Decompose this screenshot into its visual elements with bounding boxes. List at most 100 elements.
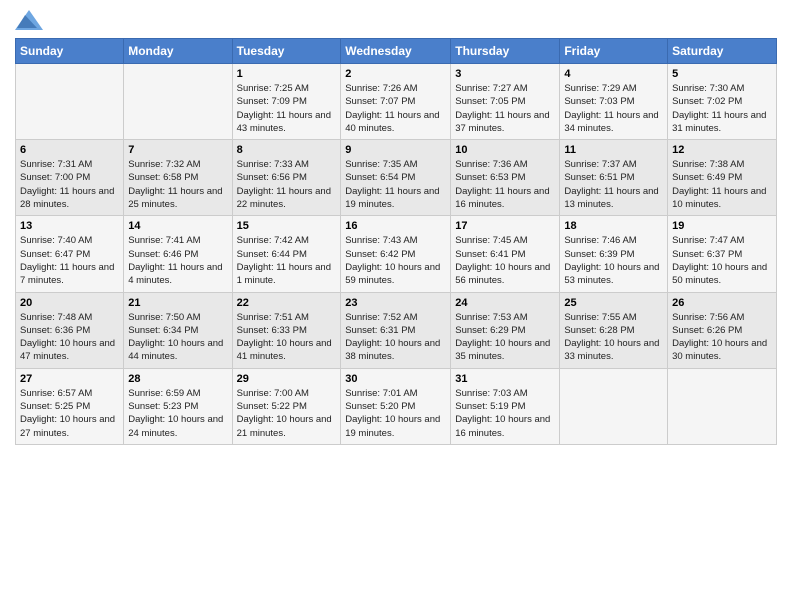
day-number: 22 <box>237 297 337 309</box>
week-row-5: 27 Sunrise: 6:57 AMSunset: 5:25 PMDayligh… <box>16 368 777 444</box>
day-info: Sunrise: 7:52 AMSunset: 6:31 PMDaylight:… <box>345 311 446 364</box>
calendar-cell: 18 Sunrise: 7:46 AMSunset: 6:39 PMDayligh… <box>560 216 668 292</box>
calendar-cell: 7Sunrise: 7:32 AMSunset: 6:58 PMDaylight… <box>124 140 232 216</box>
day-number: 29 <box>237 373 337 385</box>
calendar-cell: 17 Sunrise: 7:45 AMSunset: 6:41 PMDayligh… <box>451 216 560 292</box>
logo-icon <box>15 10 43 30</box>
day-number: 14 <box>128 220 227 232</box>
calendar-table: SundayMondayTuesdayWednesdayThursdayFrid… <box>15 38 777 445</box>
calendar-cell: 20 Sunrise: 7:48 AMSunset: 6:36 PMDayligh… <box>16 292 124 368</box>
calendar-cell: 21Sunrise: 7:50 AMSunset: 6:34 PMDayligh… <box>124 292 232 368</box>
day-info: Sunrise: 7:41 AMSunset: 6:46 PMDaylight:… <box>128 234 227 287</box>
day-info: Sunrise: 7:40 AMSunset: 6:47 PMDaylight:… <box>20 234 119 287</box>
day-info: Sunrise: 7:48 AMSunset: 6:36 PMDaylight:… <box>20 311 119 364</box>
day-number: 10 <box>455 144 555 156</box>
calendar-cell <box>16 64 124 140</box>
day-header-monday: Monday <box>124 39 232 64</box>
day-header-friday: Friday <box>560 39 668 64</box>
day-number: 24 <box>455 297 555 309</box>
day-info: Sunrise: 6:59 AMSunset: 5:23 PMDaylight:… <box>128 387 227 440</box>
day-info: Sunrise: 7:53 AMSunset: 6:29 PMDaylight:… <box>455 311 555 364</box>
day-number: 19 <box>672 220 772 232</box>
day-number: 30 <box>345 373 446 385</box>
day-info: Sunrise: 7:33 AMSunset: 6:56 PMDaylight:… <box>237 158 337 211</box>
day-number: 17 <box>455 220 555 232</box>
day-number: 16 <box>345 220 446 232</box>
day-info: Sunrise: 7:43 AMSunset: 6:42 PMDaylight:… <box>345 234 446 287</box>
calendar-cell: 9Sunrise: 7:35 AMSunset: 6:54 PMDaylight… <box>341 140 451 216</box>
calendar-cell: 31 Sunrise: 7:03 AMSunset: 5:19 PMDayligh… <box>451 368 560 444</box>
page-container: SundayMondayTuesdayWednesdayThursdayFrid… <box>0 0 792 455</box>
calendar-cell: 10 Sunrise: 7:36 AMSunset: 6:53 PMDayligh… <box>451 140 560 216</box>
calendar-cell: 27 Sunrise: 6:57 AMSunset: 5:25 PMDayligh… <box>16 368 124 444</box>
calendar-cell: 13 Sunrise: 7:40 AMSunset: 6:47 PMDayligh… <box>16 216 124 292</box>
day-info: Sunrise: 7:56 AMSunset: 6:26 PMDaylight:… <box>672 311 772 364</box>
day-number: 20 <box>20 297 119 309</box>
logo <box>15 10 47 30</box>
calendar-cell: 1 Sunrise: 7:25 AMSunset: 7:09 PMDaylight… <box>232 64 341 140</box>
day-number: 1 <box>237 68 337 80</box>
day-number: 5 <box>672 68 772 80</box>
day-info: Sunrise: 6:57 AMSunset: 5:25 PMDaylight:… <box>20 387 119 440</box>
day-header-saturday: Saturday <box>668 39 777 64</box>
day-number: 11 <box>564 144 663 156</box>
week-row-1: 1 Sunrise: 7:25 AMSunset: 7:09 PMDaylight… <box>16 64 777 140</box>
day-info: Sunrise: 7:36 AMSunset: 6:53 PMDaylight:… <box>455 158 555 211</box>
calendar-cell: 5 Sunrise: 7:30 AMSunset: 7:02 PMDaylight… <box>668 64 777 140</box>
calendar-cell: 28 Sunrise: 6:59 AMSunset: 5:23 PMDayligh… <box>124 368 232 444</box>
day-number: 27 <box>20 373 119 385</box>
day-number: 28 <box>128 373 227 385</box>
day-number: 31 <box>455 373 555 385</box>
calendar-cell: 6 Sunrise: 7:31 AMSunset: 7:00 PMDaylight… <box>16 140 124 216</box>
calendar-cell <box>560 368 668 444</box>
day-number: 18 <box>564 220 663 232</box>
day-header-sunday: Sunday <box>16 39 124 64</box>
day-number: 6 <box>20 144 119 156</box>
day-number: 25 <box>564 297 663 309</box>
calendar-cell: 24 Sunrise: 7:53 AMSunset: 6:29 PMDayligh… <box>451 292 560 368</box>
day-number: 12 <box>672 144 772 156</box>
day-info: Sunrise: 7:37 AMSunset: 6:51 PMDaylight:… <box>564 158 663 211</box>
day-number: 23 <box>345 297 446 309</box>
day-number: 7 <box>128 144 227 156</box>
day-info: Sunrise: 7:35 AMSunset: 6:54 PMDaylight:… <box>345 158 446 211</box>
day-header-tuesday: Tuesday <box>232 39 341 64</box>
day-header-thursday: Thursday <box>451 39 560 64</box>
header-row: SundayMondayTuesdayWednesdayThursdayFrid… <box>16 39 777 64</box>
day-info: Sunrise: 7:30 AMSunset: 7:02 PMDaylight:… <box>672 82 772 135</box>
calendar-cell: 11 Sunrise: 7:37 AMSunset: 6:51 PMDayligh… <box>560 140 668 216</box>
calendar-cell: 26Sunrise: 7:56 AMSunset: 6:26 PMDayligh… <box>668 292 777 368</box>
day-info: Sunrise: 7:31 AMSunset: 7:00 PMDaylight:… <box>20 158 119 211</box>
day-number: 13 <box>20 220 119 232</box>
week-row-4: 20 Sunrise: 7:48 AMSunset: 6:36 PMDayligh… <box>16 292 777 368</box>
calendar-cell: 8 Sunrise: 7:33 AMSunset: 6:56 PMDaylight… <box>232 140 341 216</box>
day-info: Sunrise: 7:01 AMSunset: 5:20 PMDaylight:… <box>345 387 446 440</box>
day-info: Sunrise: 7:55 AMSunset: 6:28 PMDaylight:… <box>564 311 663 364</box>
calendar-cell <box>124 64 232 140</box>
day-info: Sunrise: 7:46 AMSunset: 6:39 PMDaylight:… <box>564 234 663 287</box>
day-header-wednesday: Wednesday <box>341 39 451 64</box>
day-info: Sunrise: 7:51 AMSunset: 6:33 PMDaylight:… <box>237 311 337 364</box>
day-info: Sunrise: 7:03 AMSunset: 5:19 PMDaylight:… <box>455 387 555 440</box>
calendar-cell: 12 Sunrise: 7:38 AMSunset: 6:49 PMDayligh… <box>668 140 777 216</box>
day-number: 4 <box>564 68 663 80</box>
calendar-cell: 15Sunrise: 7:42 AMSunset: 6:44 PMDayligh… <box>232 216 341 292</box>
day-info: Sunrise: 7:26 AMSunset: 7:07 PMDaylight:… <box>345 82 446 135</box>
day-number: 3 <box>455 68 555 80</box>
day-info: Sunrise: 7:45 AMSunset: 6:41 PMDaylight:… <box>455 234 555 287</box>
week-row-3: 13 Sunrise: 7:40 AMSunset: 6:47 PMDayligh… <box>16 216 777 292</box>
day-info: Sunrise: 7:50 AMSunset: 6:34 PMDaylight:… <box>128 311 227 364</box>
day-info: Sunrise: 7:25 AMSunset: 7:09 PMDaylight:… <box>237 82 337 135</box>
calendar-cell: 19 Sunrise: 7:47 AMSunset: 6:37 PMDayligh… <box>668 216 777 292</box>
calendar-cell: 3Sunrise: 7:27 AMSunset: 7:05 PMDaylight… <box>451 64 560 140</box>
day-info: Sunrise: 7:38 AMSunset: 6:49 PMDaylight:… <box>672 158 772 211</box>
calendar-cell: 22 Sunrise: 7:51 AMSunset: 6:33 PMDayligh… <box>232 292 341 368</box>
day-number: 8 <box>237 144 337 156</box>
calendar-cell: 23 Sunrise: 7:52 AMSunset: 6:31 PMDayligh… <box>341 292 451 368</box>
day-info: Sunrise: 7:47 AMSunset: 6:37 PMDaylight:… <box>672 234 772 287</box>
calendar-cell: 16 Sunrise: 7:43 AMSunset: 6:42 PMDayligh… <box>341 216 451 292</box>
day-info: Sunrise: 7:00 AMSunset: 5:22 PMDaylight:… <box>237 387 337 440</box>
day-info: Sunrise: 7:29 AMSunset: 7:03 PMDaylight:… <box>564 82 663 135</box>
calendar-cell: 4 Sunrise: 7:29 AMSunset: 7:03 PMDaylight… <box>560 64 668 140</box>
calendar-cell: 2Sunrise: 7:26 AMSunset: 7:07 PMDaylight… <box>341 64 451 140</box>
